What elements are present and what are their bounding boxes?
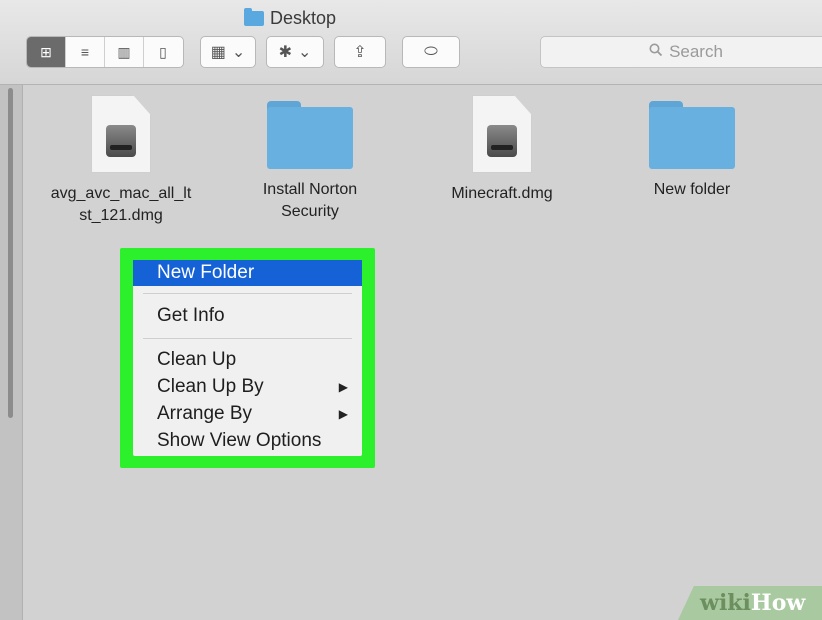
search-field[interactable]: Search	[540, 36, 822, 68]
tag-icon: ⬭	[424, 43, 438, 60]
chevron-down-icon: ⌄	[231, 44, 246, 61]
menu-item-arrange-by[interactable]: Arrange By ▶	[133, 401, 362, 427]
file-item-avg-dmg[interactable]: avg_avc_mac_all_lt st_121.dmg	[36, 95, 206, 227]
folder-icon	[649, 101, 735, 169]
window-title: Desktop	[244, 6, 336, 30]
arrange-button[interactable]: ▦ ⌄	[200, 36, 256, 68]
file-label: New folder	[653, 181, 731, 198]
menu-separator	[143, 338, 352, 339]
wikihow-watermark: wikiHow	[700, 590, 805, 616]
menu-item-new-folder[interactable]: New Folder	[133, 260, 362, 286]
share-button[interactable]: ⇪	[334, 36, 386, 68]
action-button[interactable]: ✱ ⌄	[266, 36, 324, 68]
chevron-down-icon: ⌄	[298, 44, 312, 61]
context-menu: New Folder Get Info Clean Up Clean Up By…	[133, 260, 362, 456]
file-label: Minecraft.dmg	[451, 185, 553, 202]
menu-item-clean-up[interactable]: Clean Up	[133, 347, 362, 373]
search-placeholder: Search	[669, 42, 723, 61]
file-label: Install Norton Security	[262, 181, 358, 220]
menu-item-label: Clean Up	[157, 349, 237, 370]
file-item-minecraft-dmg[interactable]: Minecraft.dmg	[417, 95, 587, 205]
menu-item-show-view-options[interactable]: Show View Options	[133, 428, 362, 454]
arrange-icon: ▦	[210, 44, 226, 61]
column-view-button[interactable]: ▥	[105, 37, 144, 67]
menu-item-label: Get Info	[157, 305, 225, 326]
grid-icon: ⊞	[40, 43, 52, 60]
watermark-wiki: wiki	[700, 590, 751, 616]
menu-item-label: Arrange By	[157, 403, 253, 424]
gear-icon: ✱	[278, 44, 292, 61]
menu-item-label: Clean Up By	[157, 376, 264, 397]
submenu-arrow-icon: ▶	[338, 407, 348, 421]
icon-view-button[interactable]: ⊞	[27, 37, 66, 67]
list-icon: ≡	[80, 44, 90, 60]
search-icon	[649, 42, 663, 62]
cover-flow-icon: ▯	[159, 43, 167, 60]
folder-icon	[267, 101, 353, 169]
menu-item-label: Show View Options	[157, 430, 322, 451]
menu-item-label: New Folder	[157, 262, 255, 283]
tags-button[interactable]: ⬭	[402, 36, 460, 68]
file-item-new-folder[interactable]: New folder	[607, 95, 777, 201]
submenu-arrow-icon: ▶	[338, 380, 348, 394]
cover-flow-view-button[interactable]: ▯	[144, 37, 182, 67]
window-title-text: Desktop	[270, 7, 337, 28]
titlebar: Desktop ⊞ ≡ ▥ ▯ ▦ ⌄ ✱ ⌄ ⇪ ⬭ Search	[0, 0, 822, 85]
watermark-how: How	[750, 590, 806, 616]
disk-image-icon	[91, 95, 151, 173]
scrollbar[interactable]	[8, 88, 13, 418]
disk-image-icon	[472, 95, 532, 173]
finder-window: Desktop ⊞ ≡ ▥ ▯ ▦ ⌄ ✱ ⌄ ⇪ ⬭ Search avg_a…	[0, 0, 822, 620]
file-label: avg_avc_mac_all_lt st_121.dmg	[50, 185, 192, 224]
view-mode-segmented-control: ⊞ ≡ ▥ ▯	[26, 36, 184, 68]
menu-item-clean-up-by[interactable]: Clean Up By ▶	[133, 374, 362, 400]
file-item-install-norton-security[interactable]: Install Norton Security	[225, 95, 395, 223]
folder-icon	[244, 7, 264, 26]
menu-separator	[143, 293, 352, 294]
menu-item-get-info[interactable]: Get Info	[133, 303, 362, 329]
share-icon: ⇪	[353, 44, 367, 61]
list-view-button[interactable]: ≡	[66, 37, 105, 67]
columns-icon: ▥	[117, 43, 131, 60]
